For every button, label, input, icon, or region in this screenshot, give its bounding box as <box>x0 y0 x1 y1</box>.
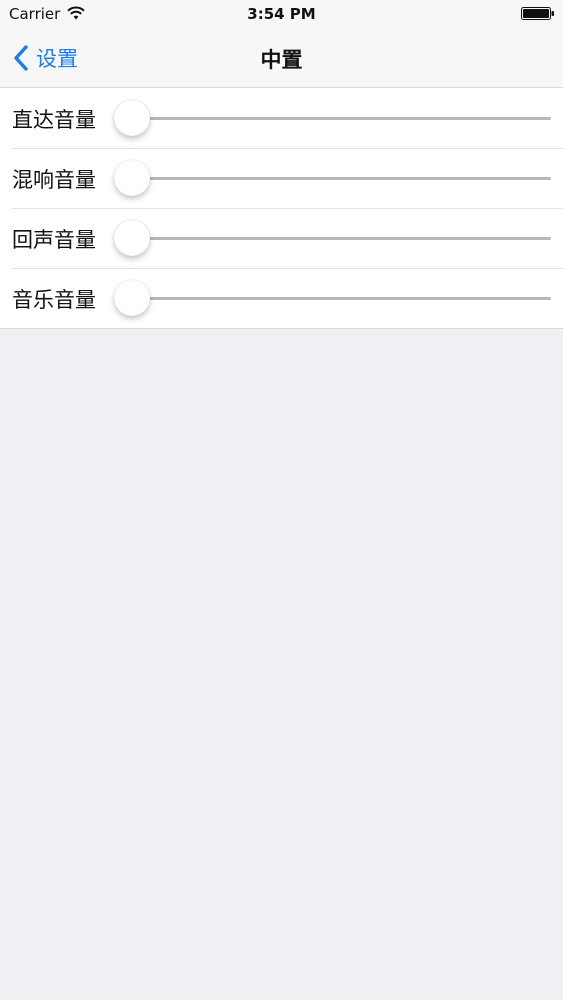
list-item: 直达音量 <box>0 88 563 148</box>
slider-thumb[interactable] <box>114 220 150 256</box>
screen: Carrier 3:54 PM 设置 中置 直达音量 混响音量 回声音量 音乐音… <box>0 0 563 1000</box>
slider-track <box>114 177 551 180</box>
status-bar: Carrier 3:54 PM <box>0 0 563 30</box>
list-item: 混响音量 <box>0 148 563 208</box>
list-item: 回声音量 <box>0 208 563 268</box>
page-title: 中置 <box>260 48 303 72</box>
slider-track <box>114 297 551 300</box>
settings-list: 直达音量 混响音量 回声音量 音乐音量 <box>0 88 563 329</box>
row-label: 回声音量 <box>12 228 96 252</box>
slider-thumb[interactable] <box>114 280 150 316</box>
row-label: 混响音量 <box>12 168 96 192</box>
navigation-bar: 设置 中置 <box>0 30 563 88</box>
status-time: 3:54 PM <box>247 5 316 23</box>
row-label: 音乐音量 <box>12 288 96 312</box>
list-item: 音乐音量 <box>0 268 563 328</box>
slider-track <box>114 117 551 120</box>
row-label: 直达音量 <box>12 108 96 132</box>
reverb-volume-slider[interactable] <box>114 158 551 198</box>
music-volume-slider[interactable] <box>114 278 551 318</box>
echo-volume-slider[interactable] <box>114 218 551 258</box>
slider-thumb[interactable] <box>114 100 150 136</box>
direct-volume-slider[interactable] <box>114 98 551 138</box>
battery-icon <box>521 7 554 20</box>
slider-track <box>114 237 551 240</box>
slider-thumb[interactable] <box>114 160 150 196</box>
